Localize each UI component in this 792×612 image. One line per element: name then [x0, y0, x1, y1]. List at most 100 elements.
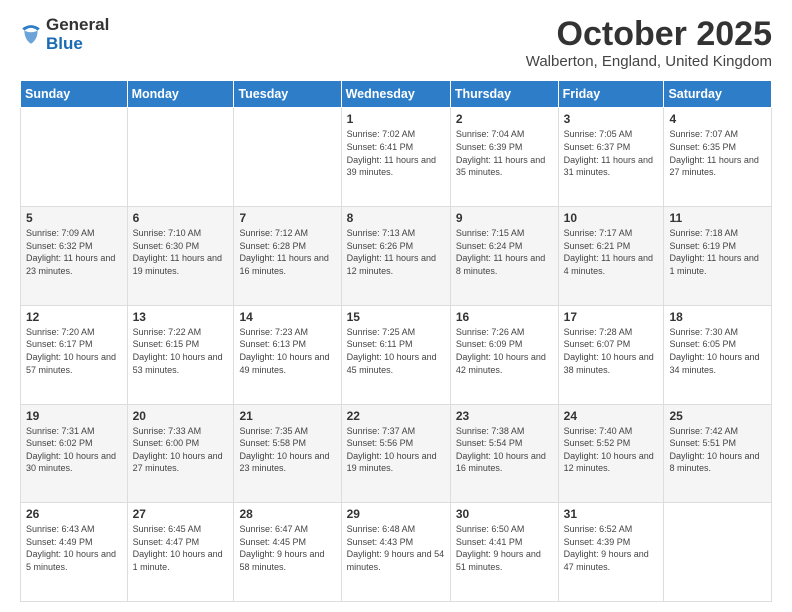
header: General Blue October 2025 Walberton, Eng…	[20, 16, 772, 70]
day-info: Sunrise: 6:52 AM Sunset: 4:39 PM Dayligh…	[564, 523, 659, 573]
day-number: 14	[239, 310, 335, 324]
day-number: 25	[669, 409, 766, 423]
calendar-cell	[21, 108, 128, 207]
calendar-cell: 31 Sunrise: 6:52 AM Sunset: 4:39 PM Dayli…	[558, 503, 664, 602]
logo-text: General Blue	[46, 16, 109, 53]
calendar-cell: 28Sunrise: 6:47 AM Sunset: 4:45 PM Dayli…	[234, 503, 341, 602]
day-info: Sunrise: 7:07 AM Sunset: 6:35 PM Dayligh…	[669, 128, 766, 178]
calendar-cell	[664, 503, 772, 602]
calendar-week-5: 26 Sunrise: 6:43 AM Sunset: 4:49 PM Dayli…	[21, 503, 772, 602]
day-number: 20	[133, 409, 229, 423]
day-number: 23	[456, 409, 553, 423]
day-info: Sunrise: 7:38 AM Sunset: 5:54 PM Dayligh…	[456, 425, 553, 475]
day-info: Sunrise: 7:28 AM Sunset: 6:07 PM Dayligh…	[564, 326, 659, 376]
calendar-cell: 14Sunrise: 7:23 AM Sunset: 6:13 PM Dayli…	[234, 305, 341, 404]
calendar-week-2: 5Sunrise: 7:09 AM Sunset: 6:32 PM Daylig…	[21, 207, 772, 306]
day-number: 2	[456, 112, 553, 126]
day-number: 12	[26, 310, 122, 324]
day-info: Sunrise: 7:31 AM Sunset: 6:02 PM Dayligh…	[26, 425, 122, 475]
day-info: Sunrise: 7:25 AM Sunset: 6:11 PM Dayligh…	[347, 326, 445, 376]
col-thursday: Thursday	[450, 81, 558, 108]
calendar-cell: 27 Sunrise: 6:45 AM Sunset: 4:47 PM Dayli…	[127, 503, 234, 602]
day-number: 22	[347, 409, 445, 423]
calendar-cell: 18 Sunrise: 7:30 AM Sunset: 6:05 PM Dayli…	[664, 305, 772, 404]
day-info: Sunrise: 7:02 AM Sunset: 6:41 PM Dayligh…	[347, 128, 445, 178]
day-number: 21	[239, 409, 335, 423]
day-info: Sunrise: 7:22 AM Sunset: 6:15 PM Dayligh…	[133, 326, 229, 376]
calendar-cell: 9 Sunrise: 7:15 AM Sunset: 6:24 PM Daylig…	[450, 207, 558, 306]
day-number: 28	[239, 507, 335, 521]
calendar-cell	[127, 108, 234, 207]
calendar-cell: 2 Sunrise: 7:04 AM Sunset: 6:39 PM Daylig…	[450, 108, 558, 207]
calendar-cell: 24Sunrise: 7:40 AM Sunset: 5:52 PM Dayli…	[558, 404, 664, 503]
col-sunday: Sunday	[21, 81, 128, 108]
day-info: Sunrise: 7:09 AM Sunset: 6:32 PM Dayligh…	[26, 227, 122, 277]
day-number: 11	[669, 211, 766, 225]
month-title: October 2025	[526, 16, 772, 53]
calendar-cell: 15 Sunrise: 7:25 AM Sunset: 6:11 PM Dayli…	[341, 305, 450, 404]
calendar-cell: 11 Sunrise: 7:18 AM Sunset: 6:19 PM Dayli…	[664, 207, 772, 306]
col-wednesday: Wednesday	[341, 81, 450, 108]
calendar-week-4: 19Sunrise: 7:31 AM Sunset: 6:02 PM Dayli…	[21, 404, 772, 503]
day-info: Sunrise: 7:13 AM Sunset: 6:26 PM Dayligh…	[347, 227, 445, 277]
calendar-header: Sunday Monday Tuesday Wednesday Thursday…	[21, 81, 772, 108]
day-number: 18	[669, 310, 766, 324]
day-info: Sunrise: 7:10 AM Sunset: 6:30 PM Dayligh…	[133, 227, 229, 277]
calendar-cell: 13 Sunrise: 7:22 AM Sunset: 6:15 PM Dayli…	[127, 305, 234, 404]
day-info: Sunrise: 6:50 AM Sunset: 4:41 PM Dayligh…	[456, 523, 553, 573]
day-number: 1	[347, 112, 445, 126]
day-number: 26	[26, 507, 122, 521]
day-info: Sunrise: 7:12 AM Sunset: 6:28 PM Dayligh…	[239, 227, 335, 277]
calendar-cell: 22 Sunrise: 7:37 AM Sunset: 5:56 PM Dayli…	[341, 404, 450, 503]
day-info: Sunrise: 7:05 AM Sunset: 6:37 PM Dayligh…	[564, 128, 659, 178]
day-info: Sunrise: 7:33 AM Sunset: 6:00 PM Dayligh…	[133, 425, 229, 475]
day-number: 8	[347, 211, 445, 225]
calendar-cell: 10Sunrise: 7:17 AM Sunset: 6:21 PM Dayli…	[558, 207, 664, 306]
calendar-cell: 16 Sunrise: 7:26 AM Sunset: 6:09 PM Dayli…	[450, 305, 558, 404]
day-info: Sunrise: 7:35 AM Sunset: 5:58 PM Dayligh…	[239, 425, 335, 475]
day-info: Sunrise: 6:45 AM Sunset: 4:47 PM Dayligh…	[133, 523, 229, 573]
day-info: Sunrise: 6:43 AM Sunset: 4:49 PM Dayligh…	[26, 523, 122, 573]
day-number: 10	[564, 211, 659, 225]
calendar-cell: 7Sunrise: 7:12 AM Sunset: 6:28 PM Daylig…	[234, 207, 341, 306]
calendar-cell: 12Sunrise: 7:20 AM Sunset: 6:17 PM Dayli…	[21, 305, 128, 404]
calendar-week-3: 12Sunrise: 7:20 AM Sunset: 6:17 PM Dayli…	[21, 305, 772, 404]
logo-icon	[20, 24, 42, 46]
day-info: Sunrise: 7:18 AM Sunset: 6:19 PM Dayligh…	[669, 227, 766, 277]
calendar-cell: 6Sunrise: 7:10 AM Sunset: 6:30 PM Daylig…	[127, 207, 234, 306]
calendar-cell: 25Sunrise: 7:42 AM Sunset: 5:51 PM Dayli…	[664, 404, 772, 503]
day-info: Sunrise: 7:04 AM Sunset: 6:39 PM Dayligh…	[456, 128, 553, 178]
calendar-cell: 26 Sunrise: 6:43 AM Sunset: 4:49 PM Dayli…	[21, 503, 128, 602]
calendar-body: 1 Sunrise: 7:02 AM Sunset: 6:41 PM Daylig…	[21, 108, 772, 602]
col-saturday: Saturday	[664, 81, 772, 108]
day-info: Sunrise: 7:26 AM Sunset: 6:09 PM Dayligh…	[456, 326, 553, 376]
day-number: 16	[456, 310, 553, 324]
day-number: 27	[133, 507, 229, 521]
logo: General Blue	[20, 16, 109, 53]
day-number: 15	[347, 310, 445, 324]
calendar-cell: 17 Sunrise: 7:28 AM Sunset: 6:07 PM Dayli…	[558, 305, 664, 404]
header-row: Sunday Monday Tuesday Wednesday Thursday…	[21, 81, 772, 108]
day-number: 4	[669, 112, 766, 126]
calendar-cell: 23 Sunrise: 7:38 AM Sunset: 5:54 PM Dayli…	[450, 404, 558, 503]
day-info: Sunrise: 7:15 AM Sunset: 6:24 PM Dayligh…	[456, 227, 553, 277]
logo-general-text: General	[46, 16, 109, 35]
day-info: Sunrise: 7:30 AM Sunset: 6:05 PM Dayligh…	[669, 326, 766, 376]
col-tuesday: Tuesday	[234, 81, 341, 108]
location: Walberton, England, United Kingdom	[526, 53, 772, 70]
calendar-cell: 29Sunrise: 6:48 AM Sunset: 4:43 PM Dayli…	[341, 503, 450, 602]
calendar-cell: 20 Sunrise: 7:33 AM Sunset: 6:00 PM Dayli…	[127, 404, 234, 503]
day-number: 31	[564, 507, 659, 521]
day-number: 17	[564, 310, 659, 324]
day-number: 24	[564, 409, 659, 423]
day-number: 30	[456, 507, 553, 521]
title-block: October 2025 Walberton, England, United …	[526, 16, 772, 70]
calendar-week-1: 1 Sunrise: 7:02 AM Sunset: 6:41 PM Daylig…	[21, 108, 772, 207]
calendar-table: Sunday Monday Tuesday Wednesday Thursday…	[20, 80, 772, 602]
day-info: Sunrise: 7:37 AM Sunset: 5:56 PM Dayligh…	[347, 425, 445, 475]
day-number: 13	[133, 310, 229, 324]
calendar-cell	[234, 108, 341, 207]
day-number: 9	[456, 211, 553, 225]
calendar-cell: 30 Sunrise: 6:50 AM Sunset: 4:41 PM Dayli…	[450, 503, 558, 602]
calendar-cell: 19Sunrise: 7:31 AM Sunset: 6:02 PM Dayli…	[21, 404, 128, 503]
